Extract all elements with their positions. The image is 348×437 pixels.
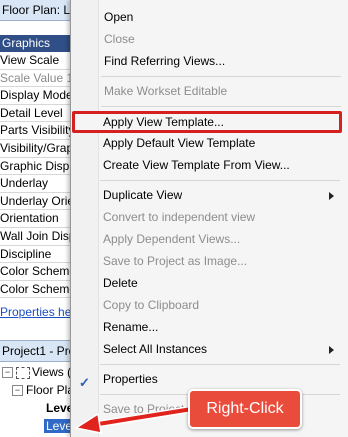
right-click-callout: Right-Click [188,389,302,429]
annotation-arrow [74,405,196,434]
arrowhead-icon [74,412,102,434]
